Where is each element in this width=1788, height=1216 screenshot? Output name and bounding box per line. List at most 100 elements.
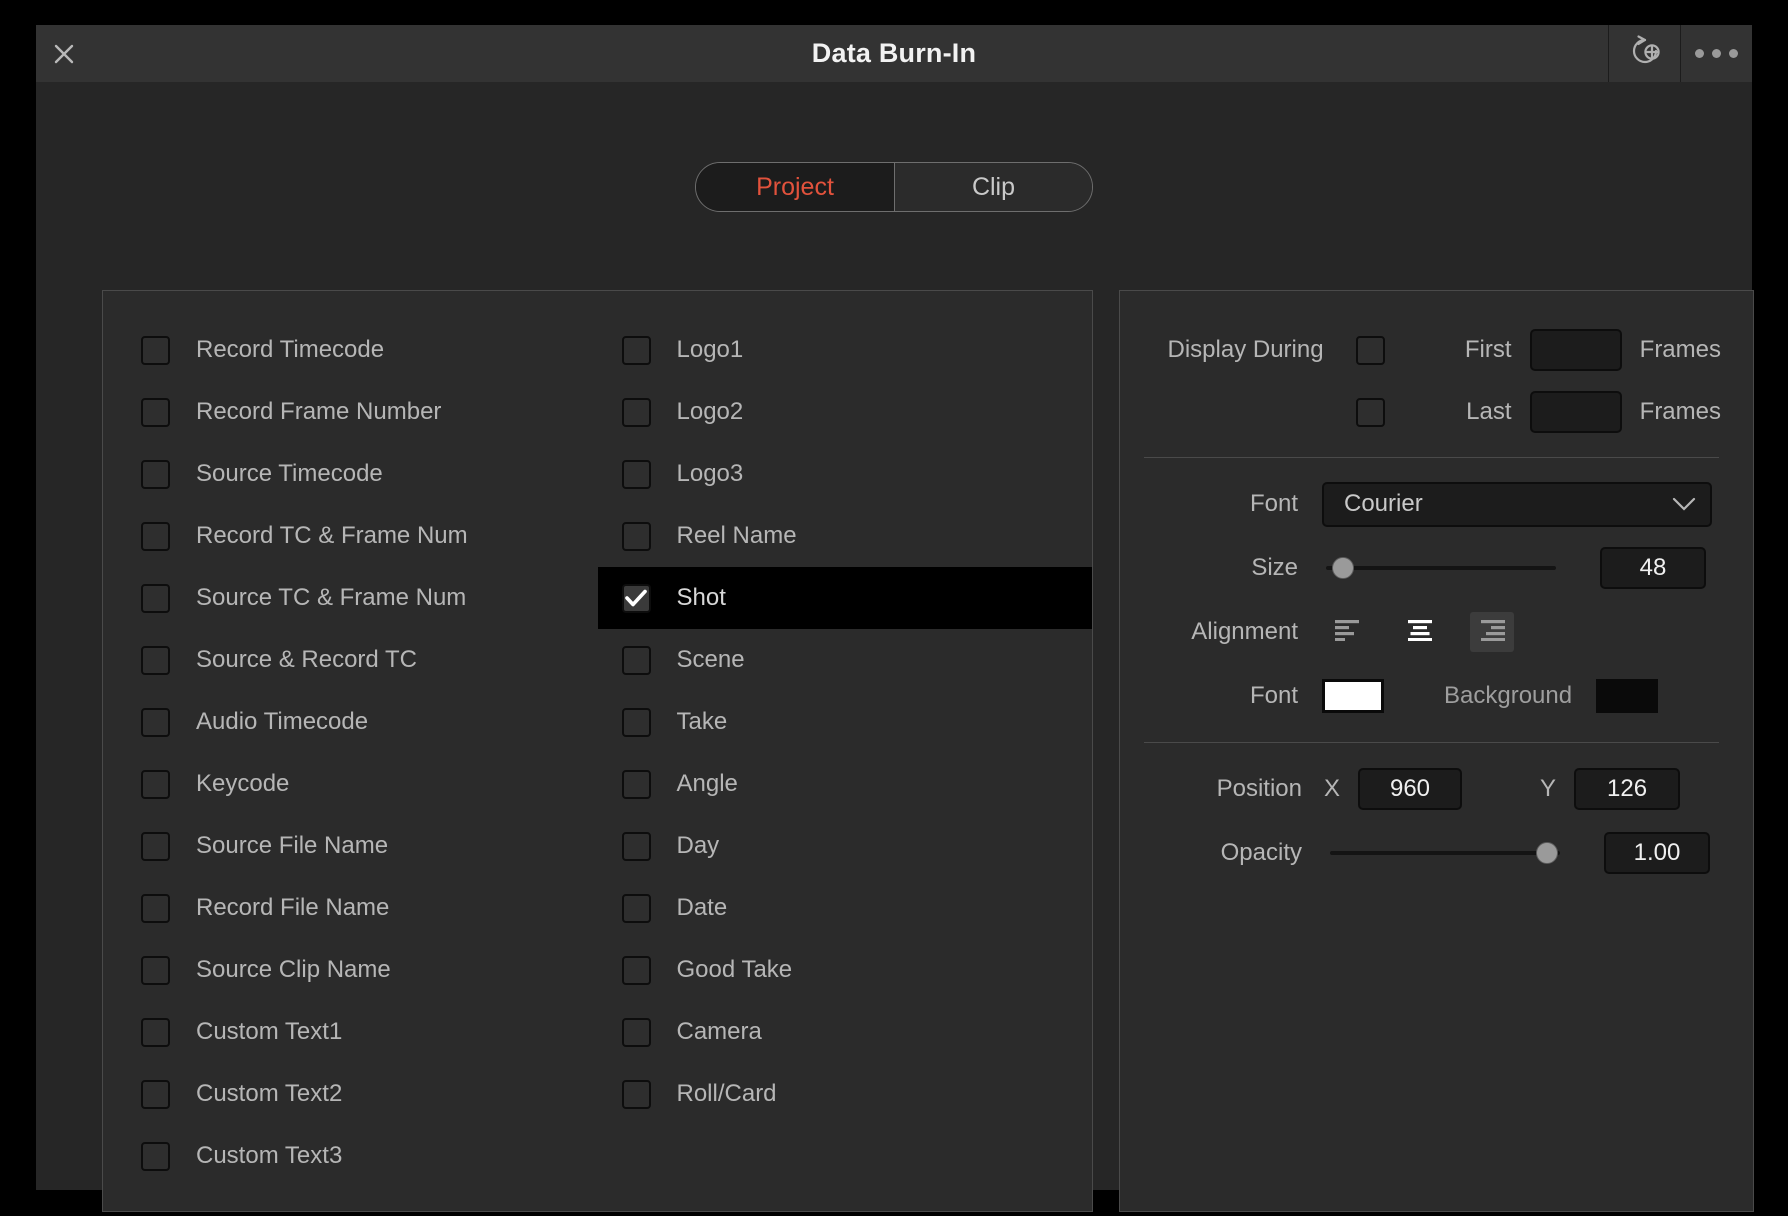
burn-in-item-row[interactable]: Camera [598,1001,1093,1063]
burn-in-item-row[interactable]: Custom Text1 [103,1001,598,1063]
checkbox-unchecked[interactable] [141,335,170,365]
first-frames-input[interactable] [1529,329,1622,371]
burn-in-item-label: Record TC & Frame Num [196,522,468,549]
burn-in-item-label: Keycode [196,770,290,797]
burn-in-item-row[interactable]: Source & Record TC [103,629,598,691]
title-bar-actions [1608,25,1752,82]
checkbox-unchecked[interactable] [141,1079,170,1109]
burn-in-item-row[interactable]: Date [598,877,1093,939]
burn-in-left-column: Record Timecode Record Frame Number Source… [103,319,598,1187]
burn-in-item-row[interactable]: Good Take [598,939,1093,1001]
burn-in-item-label: Scene [676,646,745,673]
burn-in-item-label: Source File Name [196,832,389,859]
burn-in-item-label: Camera [676,1018,762,1045]
checkbox-unchecked[interactable] [621,335,651,365]
reset-add-icon [1628,34,1662,73]
burn-in-item-row[interactable]: Take [598,691,1093,753]
align-left-button[interactable] [1326,612,1370,652]
checkbox-unchecked[interactable] [141,1141,170,1171]
alignment-row: Alignment [1142,600,1721,664]
burn-in-item-row[interactable]: Record TC & Frame Num [103,505,598,567]
font-color-swatch[interactable] [1322,679,1384,713]
checkbox-unchecked[interactable] [141,955,170,985]
burn-in-item-row[interactable]: Logo3 [598,443,1093,505]
position-x-label: X [1324,775,1341,802]
checkbox-unchecked[interactable] [621,831,651,861]
checkbox-unchecked[interactable] [621,1017,651,1047]
checkbox-unchecked[interactable] [621,955,651,985]
opacity-slider-handle[interactable] [1536,842,1558,864]
burn-in-item-row[interactable]: Day [598,815,1093,877]
burn-in-item-row[interactable]: Audio Timecode [103,691,598,753]
last-label: Last [1466,398,1512,425]
align-center-button[interactable] [1398,612,1442,652]
position-y-input[interactable]: 126 [1574,768,1681,810]
opacity-input[interactable]: 1.00 [1604,832,1710,874]
checkbox-unchecked[interactable] [141,831,170,861]
burn-in-item-row[interactable]: Record File Name [103,877,598,939]
checkbox-unchecked[interactable] [141,583,170,613]
checkbox-unchecked[interactable] [141,1017,170,1047]
burn-in-item-label: Roll/Card [676,1080,777,1107]
burn-in-item-row[interactable]: Reel Name [598,505,1093,567]
checkbox-unchecked[interactable] [621,707,651,737]
burn-in-item-label: Custom Text3 [196,1142,343,1169]
opacity-slider-track [1330,851,1560,855]
burn-in-item-row[interactable]: Source TC & Frame Num [103,567,598,629]
position-x-input[interactable]: 960 [1358,768,1463,810]
burn-in-item-row[interactable]: Scene [598,629,1093,691]
burn-in-item-row[interactable]: Record Frame Number [103,381,598,443]
display-during-group: Display During First Frames Last Frames [1142,313,1721,443]
reset-button[interactable] [1608,25,1680,82]
checkbox-unchecked[interactable] [621,1079,651,1109]
font-size-row: Size 48 [1142,536,1721,600]
checkbox-unchecked[interactable] [621,521,651,551]
checkbox-unchecked[interactable] [621,397,651,427]
burn-in-item-label: Audio Timecode [196,708,369,735]
last-frames-input[interactable] [1529,391,1622,433]
tab-clip[interactable]: Clip [894,163,1092,211]
colors-row: Font Background [1142,664,1721,728]
burn-in-item-row[interactable]: Keycode [103,753,598,815]
burn-in-item-row[interactable]: Source Clip Name [103,939,598,1001]
burn-in-item-row[interactable]: Custom Text3 [103,1125,598,1187]
burn-in-item-row[interactable]: Angle [598,753,1093,815]
checkbox-unchecked[interactable] [621,769,651,799]
font-family-select[interactable]: Courier [1322,481,1712,527]
position-y-label: Y [1540,775,1557,802]
burn-in-item-row[interactable]: Logo2 [598,381,1093,443]
font-size-slider[interactable] [1326,555,1556,581]
display-during-first-checkbox[interactable] [1355,335,1385,365]
burn-in-item-row[interactable]: Roll/Card [598,1063,1093,1125]
checkbox-unchecked[interactable] [141,521,170,551]
checkbox-unchecked[interactable] [621,645,651,675]
more-options-button[interactable] [1680,25,1752,82]
align-right-button[interactable] [1470,612,1514,652]
opacity-slider[interactable] [1330,840,1560,866]
burn-in-item-row[interactable]: Source Timecode [103,443,598,505]
divider-2 [1144,742,1719,743]
checkbox-unchecked[interactable] [141,893,170,923]
checkbox-unchecked[interactable] [141,397,170,427]
checkbox-unchecked[interactable] [141,769,170,799]
checkbox-unchecked[interactable] [621,893,651,923]
burn-in-item-row[interactable]: Record Timecode [103,319,598,381]
checkbox-unchecked[interactable] [141,459,170,489]
font-size-input[interactable]: 48 [1600,547,1706,589]
background-color-swatch[interactable] [1596,679,1659,713]
close-button[interactable] [36,25,92,82]
checkbox-unchecked[interactable] [141,707,170,737]
checkbox-unchecked[interactable] [621,459,651,489]
checkbox-checked[interactable] [621,583,651,613]
burn-in-item-row[interactable]: Custom Text2 [103,1063,598,1125]
burn-in-item-row[interactable]: Source File Name [103,815,598,877]
burn-in-item-row[interactable]: Logo1 [598,319,1093,381]
display-during-last-checkbox[interactable] [1355,397,1385,427]
alignment-label: Alignment [1191,618,1298,645]
burn-in-item-row[interactable]: Shot [597,567,1092,629]
font-size-slider-handle[interactable] [1332,557,1355,579]
checkbox-unchecked[interactable] [141,645,170,675]
tab-project[interactable]: Project [696,163,894,211]
first-frames-unit: Frames [1639,336,1721,363]
burn-in-item-label: Record Frame Number [196,398,442,425]
